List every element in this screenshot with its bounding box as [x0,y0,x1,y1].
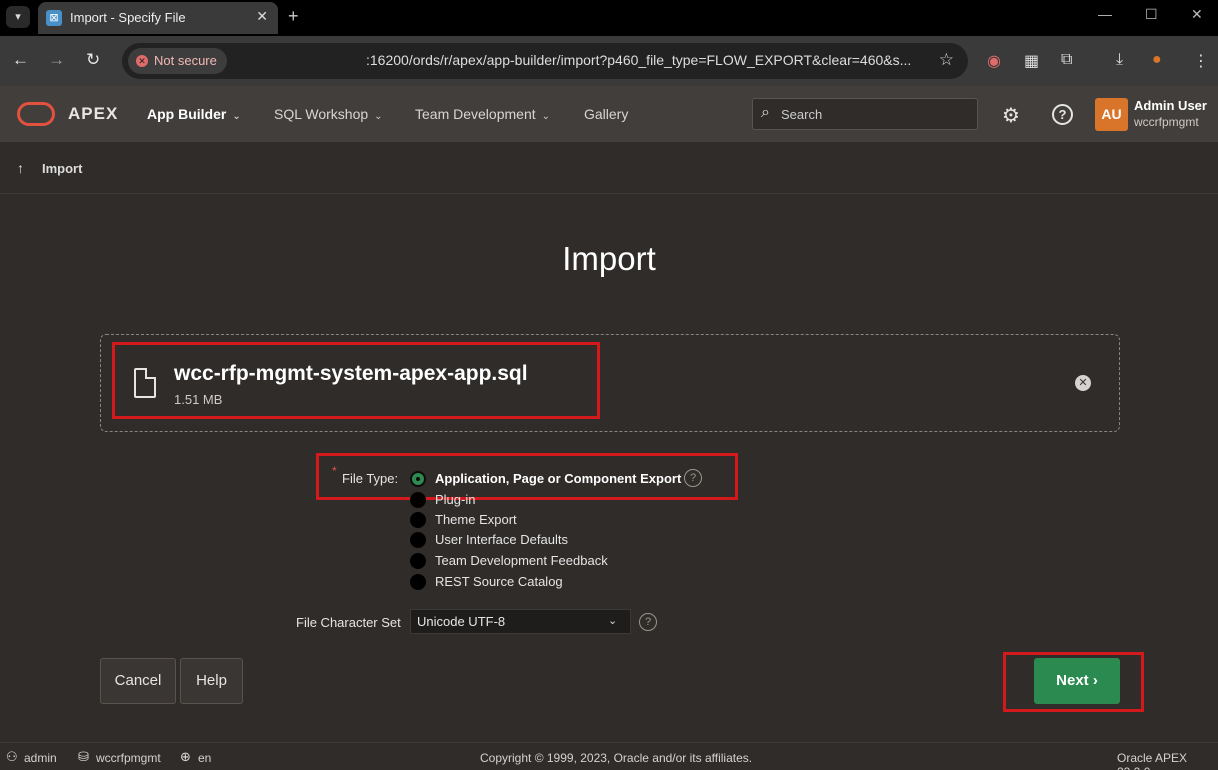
radio-button[interactable] [410,512,426,528]
help-icon[interactable]: ? [639,613,657,631]
not-secure-badge[interactable]: ✕ Not secure [128,48,227,74]
oracle-logo-icon[interactable] [17,102,55,126]
chevron-down-icon: ⌄ [374,111,383,122]
close-window-icon[interactable]: ✕ [1191,6,1203,23]
profile-icon[interactable]: ● [1152,51,1162,69]
menu-label: SQL Workshop [274,106,369,122]
arrow-up-icon[interactable]: ↑ [17,160,24,176]
radio-label: REST Source Catalog [435,574,563,589]
radio-label: Theme Export [435,512,517,527]
footer-workspace[interactable]: wccrfpmgmt [96,751,161,765]
menu-team-development[interactable]: Team Development ⌄ [415,106,550,122]
new-tab-button[interactable]: + [288,6,299,27]
help-button[interactable]: Help [180,658,243,704]
highlight-file-type [316,453,738,500]
url-text[interactable]: :16200/ords/r/apex/app-builder/import?p4… [366,52,911,68]
copyright: Copyright © 1999, 2023, Oracle and/or it… [480,751,753,765]
charset-select[interactable]: Unicode UTF-8 [410,609,631,634]
menu-label: Gallery [584,106,629,122]
warning-icon: ✕ [136,55,148,67]
chevron-down-icon: ⌄ [541,111,551,122]
radio-label: Plug-in [435,492,476,507]
globe-icon: ⊕ [180,749,191,764]
close-tab-icon[interactable]: ✕ [256,8,268,25]
breadcrumb: ↑ Import [0,142,1218,194]
address-bar[interactable]: ✕ Not secure :16200/ords/r/apex/app-buil… [122,43,968,79]
back-icon[interactable]: ← [12,50,29,70]
extensions-icon[interactable]: ⧉ [1061,51,1072,69]
screen-record-icon[interactable]: ◉ [987,51,1001,71]
charset-label: File Character Set [296,615,401,630]
breadcrumb-current: Import [42,161,83,176]
maximize-icon[interactable]: ☐ [1145,6,1158,23]
version: Oracle APEX 23.2.0 [1117,751,1188,770]
browser-tab-bar: ▾ ⊠ Import - Specify File ✕ + — ☐ ✕ [0,0,1218,36]
radio-label: Team Development Feedback [435,553,608,568]
search-input[interactable] [781,100,971,128]
administration-icon[interactable]: ⚙ [1002,103,1020,128]
radio-button[interactable] [410,574,426,590]
menu-gallery[interactable]: Gallery [584,106,628,122]
qr-code-icon[interactable]: ▦ [1024,51,1039,71]
browser-tab[interactable]: ⊠ Import - Specify File ✕ [38,2,278,34]
bookmark-star-icon[interactable]: ☆ [939,50,954,70]
forward-icon[interactable]: → [48,50,65,70]
remove-file-icon[interactable]: ✕ [1075,375,1091,391]
apex-header: APEX App Builder ⌄ SQL Workshop ⌄ Team Dev… [0,86,1218,142]
radio-button[interactable] [410,492,426,508]
cancel-button[interactable]: Cancel [100,658,176,704]
highlight-file [112,342,600,419]
not-secure-label: Not secure [154,53,217,68]
user-icon: ⚇ [6,749,18,764]
browser-toolbar: ← → ↻ ✕ Not secure :16200/ords/r/apex/ap… [0,36,1218,86]
radio-label: User Interface Defaults [435,532,568,547]
search-icon: ⌕ [761,104,770,121]
tab-title: Import - Specify File [70,10,186,25]
reload-icon[interactable]: ↻ [86,50,100,70]
user-name[interactable]: Admin User [1134,98,1207,113]
apex-favicon-icon: ⊠ [46,10,62,26]
menu-label: Team Development [415,106,536,122]
radio-button[interactable] [410,532,426,548]
minimize-icon[interactable]: — [1098,6,1112,22]
download-icon[interactable]: ⤓ [1116,51,1123,69]
menu-sql-workshop[interactable]: SQL Workshop ⌄ [274,106,383,122]
apex-logo-text[interactable]: APEX [68,104,118,124]
browser-menu-icon[interactable]: ⋮ [1193,51,1209,71]
footer-user[interactable]: admin [24,751,57,765]
chevron-down-icon: ⌄ [608,615,618,627]
help-icon[interactable]: ? [1052,104,1073,125]
avatar[interactable]: AU [1095,98,1128,131]
search-box: ⌕ [752,98,978,130]
tab-search-button[interactable]: ▾ [6,6,30,28]
footer-language[interactable]: en [198,751,211,765]
chevron-down-icon: ⌄ [232,111,241,122]
menu-label: App Builder [147,106,227,122]
menu-app-builder[interactable]: App Builder ⌄ [147,106,241,122]
footer: ⚇ admin ⛁ wccrfpmgmt ⊕ en Copyright © 19… [0,742,1218,770]
radio-button[interactable] [410,553,426,569]
highlight-next [1003,652,1144,712]
database-icon: ⛁ [78,749,89,764]
page-title: Import [562,240,656,277]
user-workspace: wccrfpmgmt [1134,115,1199,129]
